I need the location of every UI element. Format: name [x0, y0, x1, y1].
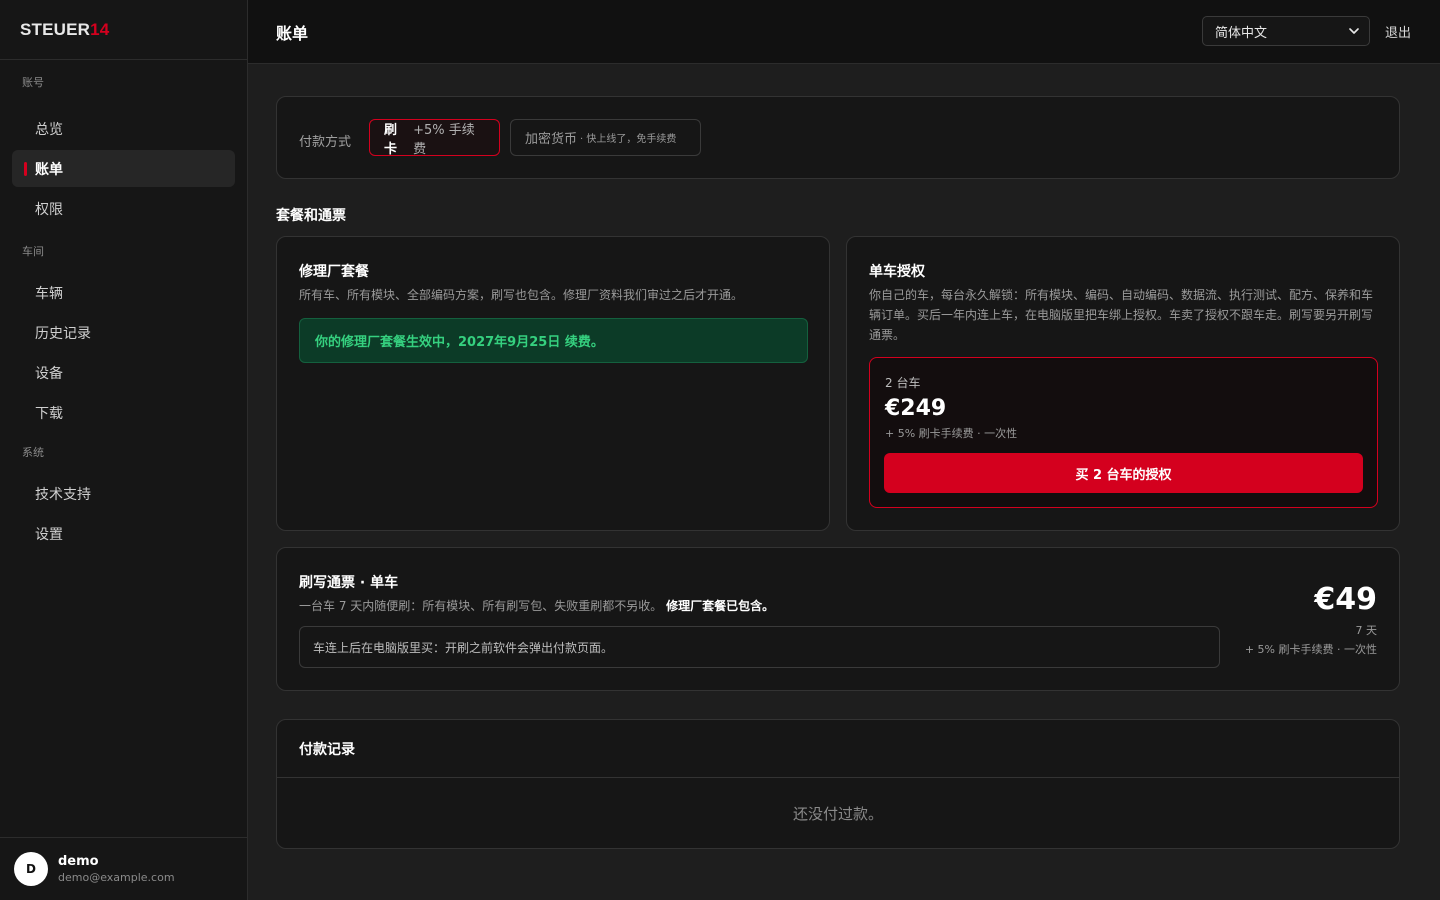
flash-pass-note: 车连上后在电脑版里买：开刷之前软件会弹出付款页面。 [299, 626, 1220, 668]
user-profile[interactable]: D demo demo@example.com [0, 837, 247, 900]
sidebar-item-settings[interactable]: 设置 [12, 515, 235, 552]
payment-option-card[interactable]: 刷卡 +5% 手续费 [369, 119, 500, 157]
nav-group-system: 系统 [22, 446, 44, 459]
payment-option-card-fee: +5% 手续费 [413, 122, 475, 157]
sidebar-item-label: 下载 [35, 405, 63, 422]
payment-records-card: 付款记录 还没付过款。 [276, 719, 1400, 849]
payment-method-card: 付款方式 刷卡 +5% 手续费 加密货币 · 快上线了，免手续费 [276, 96, 1400, 179]
chevron-down-icon [1349, 28, 1359, 34]
language-select[interactable]: 简体中文 [1202, 16, 1370, 46]
user-info: demo demo@example.com [58, 854, 175, 884]
flash-pass-card: 刷写通票 · 单车 一台车 7 天内随便刷：所有模块、所有刷写包、失败重刷都不另… [276, 547, 1400, 691]
sidebar-item-label: 车辆 [35, 285, 63, 302]
flash-pass-desc-bold: 修理厂套餐已包含。 [666, 599, 775, 613]
sidebar-item-label: 权限 [35, 201, 63, 218]
language-value: 简体中文 [1215, 25, 1268, 41]
payment-method-label: 付款方式 [299, 135, 352, 150]
sidebar-item-label: 技术支持 [35, 486, 91, 503]
payment-option-crypto[interactable]: 加密货币 · 快上线了，免手续费 [510, 119, 701, 156]
page-title: 账单 [276, 23, 309, 43]
offer-quantity: 2 台车 [885, 376, 921, 390]
sidebar-item-devices[interactable]: 设备 [12, 354, 235, 391]
single-license-title: 单车授权 [869, 264, 925, 280]
buy-license-button[interactable]: 买 2 台车的授权 [884, 453, 1363, 493]
garage-plan-description: 所有车、所有模块、全部编码方案，刷写也包含。修理厂资料我们审过之后才开通。 [299, 288, 744, 302]
nav-group-account: 账号 [22, 76, 44, 89]
garage-plan-title: 修理厂套餐 [299, 264, 369, 280]
brand-name: STEUER [20, 19, 91, 39]
single-license-card: 单车授权 你自己的车，每台永久解锁：所有模块、编码、自动编码、数据流、执行测试、… [846, 236, 1400, 531]
offer-fee: + 5% 刷卡手续费 · 一次性 [885, 427, 1018, 440]
top-header: 账单 简体中文 退出 [248, 0, 1440, 64]
user-email: demo@example.com [58, 871, 175, 884]
flash-pass-duration: 7 天 [1355, 624, 1378, 637]
brand-suffix: 14 [90, 19, 110, 39]
payment-records-title: 付款记录 [277, 720, 1399, 778]
flash-pass-desc-text: 一台车 7 天内随便刷：所有模块、所有刷写包、失败重刷都不另收。 [299, 599, 663, 613]
sidebar-item-label: 设备 [35, 365, 63, 382]
sidebar-item-downloads[interactable]: 下载 [12, 394, 235, 431]
payment-option-crypto-note: · 快上线了，免手续费 [580, 134, 677, 145]
garage-plan-status: 你的修理厂套餐生效中，2027年9月25日 续费。 [299, 318, 808, 363]
flash-pass-price: €49 [1314, 582, 1377, 617]
sidebar-item-permissions[interactable]: 权限 [12, 190, 235, 227]
sidebar-item-support[interactable]: 技术支持 [12, 475, 235, 512]
brand-logo[interactable]: STEUER 14 [0, 0, 247, 60]
payment-records-empty: 还没付过款。 [792, 805, 883, 823]
flash-pass-fee: + 5% 刷卡手续费 · 一次性 [1244, 643, 1377, 656]
sidebar: STEUER 14 账号 总览 账单 权限 车间 车辆 历史记录 设备 下载 系统… [0, 0, 248, 900]
plans-section-title: 套餐和通票 [276, 208, 346, 224]
payment-option-card-label: 刷卡 [384, 122, 398, 157]
garage-plan-card: 修理厂套餐 所有车、所有模块、全部编码方案，刷写也包含。修理厂资料我们审过之后才… [276, 236, 830, 531]
main-content: 付款方式 刷卡 +5% 手续费 加密货币 · 快上线了，免手续费 套餐和通票 修… [248, 64, 1440, 900]
flash-pass-title: 刷写通票 · 单车 [299, 575, 399, 591]
sidebar-item-label: 总览 [35, 121, 63, 138]
offer-price: €249 [885, 396, 947, 421]
flash-pass-description: 一台车 7 天内随便刷：所有模块、所有刷写包、失败重刷都不另收。 修理厂套餐已包… [299, 596, 1199, 616]
payment-option-crypto-label: 加密货币 [525, 132, 578, 147]
sidebar-item-vehicles[interactable]: 车辆 [12, 274, 235, 311]
sidebar-item-label: 历史记录 [35, 325, 91, 342]
license-offer: 2 台车 €249 + 5% 刷卡手续费 · 一次性 买 2 台车的授权 [869, 357, 1378, 508]
avatar: D [14, 852, 48, 886]
sidebar-item-label: 设置 [35, 526, 63, 543]
logout-button[interactable]: 退出 [1385, 22, 1411, 41]
user-name: demo [58, 854, 99, 869]
sidebar-item-overview[interactable]: 总览 [12, 110, 235, 147]
sidebar-item-label: 账单 [35, 161, 63, 178]
single-license-description: 你自己的车，每台永久解锁：所有模块、编码、自动编码、数据流、执行测试、配方、保养… [869, 288, 1374, 342]
nav-group-workshop: 车间 [22, 245, 44, 258]
sidebar-item-billing[interactable]: 账单 [12, 150, 235, 187]
sidebar-item-history[interactable]: 历史记录 [12, 314, 235, 351]
